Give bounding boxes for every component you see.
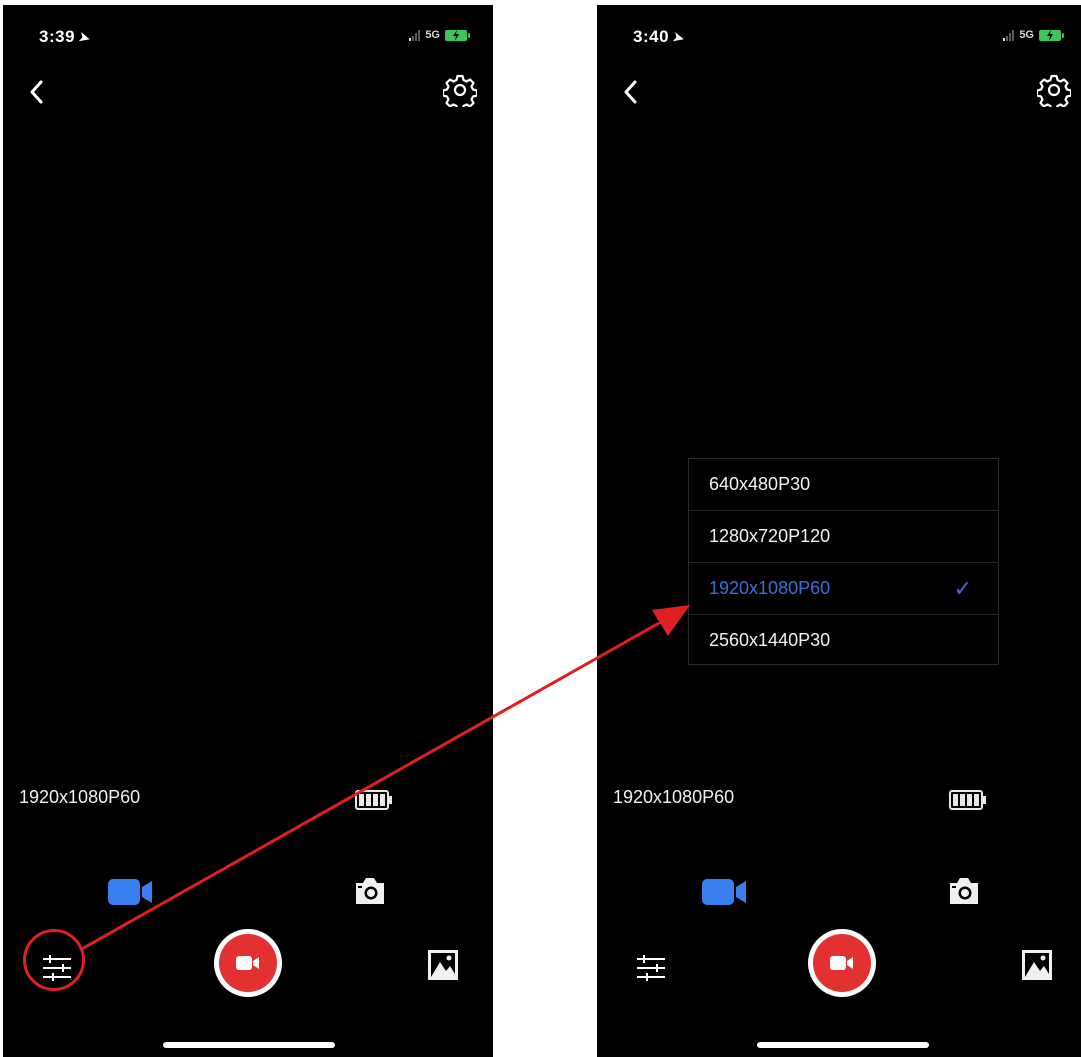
home-indicator [757, 1042, 929, 1048]
record-button[interactable] [214, 929, 282, 997]
resolution-option[interactable]: 1280x720P120 [689, 511, 998, 563]
gear-icon[interactable] [1037, 73, 1071, 107]
phone-screen-right: 3:40 ➤ 5G 640x480P30 1280x720P120 1920x10… [597, 5, 1081, 1057]
status-time: 3:40 ➤ [633, 27, 687, 47]
status-indicators: 5G [409, 29, 470, 41]
network-label: 5G [425, 29, 440, 41]
record-button[interactable] [808, 929, 876, 997]
resolution-dropdown: 640x480P30 1280x720P120 1920x1080P60 ✓ 25… [688, 458, 999, 665]
gear-icon[interactable] [443, 73, 477, 107]
current-resolution-label: 1920x1080P60 [613, 787, 735, 807]
video-camera-icon[interactable] [107, 877, 153, 907]
location-arrow-icon: ➤ [77, 28, 93, 47]
status-indicators: 5G [1003, 29, 1064, 41]
annotation-highlight-circle [23, 929, 85, 991]
battery-full-icon [949, 790, 986, 810]
signal-icon [409, 29, 421, 41]
image-gallery-icon[interactable] [1020, 948, 1054, 982]
image-gallery-icon[interactable] [426, 948, 460, 982]
resolution-option-selected[interactable]: 1920x1080P60 ✓ [689, 563, 998, 615]
resolution-option[interactable]: 2560x1440P30 [689, 615, 998, 666]
record-video-icon [219, 934, 277, 992]
battery-full-icon [355, 790, 392, 810]
record-video-icon [813, 934, 871, 992]
video-camera-icon[interactable] [701, 877, 747, 907]
checkmark-icon: ✓ [953, 576, 972, 601]
camera-icon[interactable] [353, 875, 387, 907]
resolution-option[interactable]: 640x480P30 [689, 459, 998, 511]
sliders-icon[interactable] [635, 951, 667, 985]
camera-icon[interactable] [947, 875, 981, 907]
status-time: 3:39 ➤ [39, 27, 93, 47]
status-battery-icon [1039, 29, 1064, 41]
chevron-left-icon[interactable] [25, 77, 49, 107]
location-arrow-icon: ➤ [671, 28, 687, 47]
phone-screen-left: 3:39 ➤ 5G 1920x1080P60 [3, 5, 493, 1057]
home-indicator [163, 1042, 335, 1048]
signal-icon [1003, 29, 1015, 41]
chevron-left-icon[interactable] [619, 77, 643, 107]
network-label: 5G [1019, 29, 1034, 41]
status-battery-icon [445, 29, 470, 41]
current-resolution-label: 1920x1080P60 [19, 787, 141, 807]
